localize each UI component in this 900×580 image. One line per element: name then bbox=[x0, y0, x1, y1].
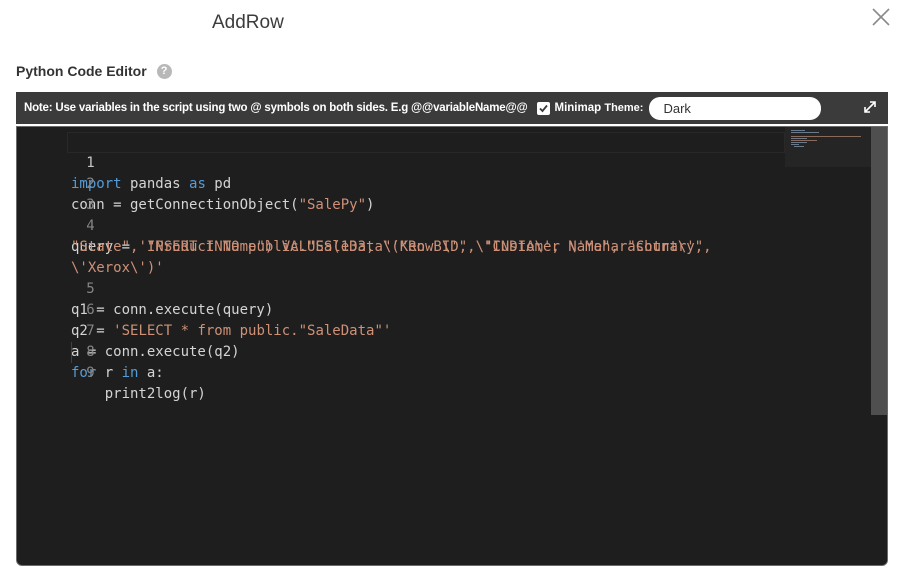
minimap-label-text: Minimap bbox=[554, 102, 602, 114]
checkmark-icon bbox=[538, 104, 548, 112]
code-text: conn = getConnectionObject("SalePy") bbox=[71, 197, 375, 213]
code-line: 5 q1 = conn.execute(query) bbox=[17, 258, 273, 318]
minimap-line bbox=[791, 130, 805, 131]
code-text: \'Xerox\')' bbox=[71, 260, 164, 276]
code-line-wrapped: "State", "Product Name") VALUES(133, \'K… bbox=[17, 216, 703, 255]
code-editor[interactable]: 1 import pandas as pd 2 conn = getConnec… bbox=[16, 126, 888, 566]
code-line: 3 bbox=[17, 174, 94, 213]
code-line: 9 print2log(r) bbox=[17, 342, 206, 402]
code-text: q1 = conn.execute(query) bbox=[71, 302, 274, 318]
minimap-checkbox[interactable] bbox=[536, 101, 550, 115]
minimap-label: Minimap Theme: bbox=[555, 102, 644, 114]
line-number: 8 bbox=[86, 344, 95, 360]
line-number: 2 bbox=[86, 176, 95, 192]
indent-guide bbox=[71, 342, 72, 363]
close-button[interactable] bbox=[868, 4, 894, 30]
section-header: Python Code Editor ? bbox=[16, 63, 172, 79]
code-text: q2 = 'SELECT * from public."SaleData"' bbox=[71, 323, 392, 339]
line-number: 6 bbox=[86, 302, 95, 318]
expand-icon[interactable] bbox=[862, 99, 878, 115]
dialog-title: AddRow bbox=[212, 12, 284, 33]
minimap-line bbox=[791, 132, 819, 133]
line-number: 4 bbox=[86, 218, 95, 234]
minimap-line bbox=[791, 144, 799, 145]
code-line: 2 conn = getConnectionObject("SalePy") bbox=[17, 153, 374, 213]
line-number: 5 bbox=[86, 281, 95, 297]
scrollbar-thumb[interactable] bbox=[871, 127, 887, 415]
editor-toolbar: Note: Use variables in the script using … bbox=[16, 92, 888, 124]
code-line: 8 for r in a: bbox=[17, 321, 164, 381]
minimap-line bbox=[791, 140, 817, 141]
line-number: 7 bbox=[86, 323, 95, 339]
section-label: Python Code Editor bbox=[16, 63, 147, 79]
theme-label: Theme: bbox=[604, 102, 644, 114]
line-number: 1 bbox=[86, 155, 95, 171]
code-line: 4 query = 'INSERT INTO public."SaleData"… bbox=[17, 195, 712, 255]
theme-select[interactable]: Dark bbox=[649, 96, 822, 120]
minimap-line bbox=[791, 142, 807, 143]
vertical-scrollbar[interactable] bbox=[871, 127, 887, 565]
line-number: 9 bbox=[86, 365, 95, 381]
code-text: a = conn.execute(q2) bbox=[71, 344, 240, 360]
close-icon bbox=[872, 8, 890, 26]
code-line: 7 a = conn.execute(q2) bbox=[17, 300, 240, 360]
current-line-highlight bbox=[67, 132, 785, 153]
help-icon[interactable]: ? bbox=[156, 63, 172, 79]
variables-note: Note: Use variables in the script using … bbox=[24, 102, 528, 114]
code-text: "State", "Product Name") VALUES(133, \'K… bbox=[71, 239, 704, 255]
minimap-line bbox=[791, 138, 807, 139]
line-number: 3 bbox=[86, 197, 95, 213]
minimap[interactable] bbox=[785, 127, 871, 167]
code-text: import pandas as pd bbox=[71, 176, 232, 192]
code-line-wrapped: \'Xerox\')' bbox=[17, 237, 164, 276]
minimap-line bbox=[794, 146, 804, 147]
code-line: 6 q2 = 'SELECT * from public."SaleData"' bbox=[17, 279, 391, 339]
code-text: print2log(r) bbox=[71, 386, 206, 402]
minimap-line bbox=[791, 136, 861, 137]
code-line: 1 import pandas as pd bbox=[17, 132, 231, 192]
